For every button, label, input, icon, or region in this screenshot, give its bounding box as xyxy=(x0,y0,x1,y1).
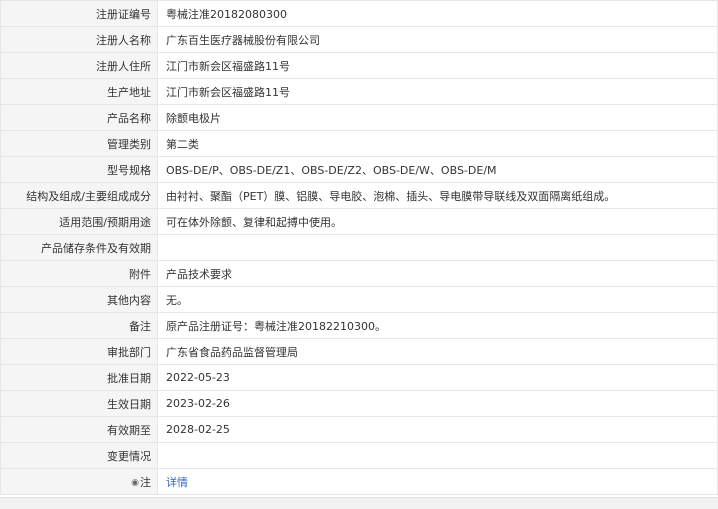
field-value-intended-use: 可在体外除颤、复律和起搏中使用。 xyxy=(157,208,718,235)
table-row: 注册人名称 广东百生医疗器械股份有限公司 xyxy=(0,26,718,53)
field-label-registration-number: 注册证编号 xyxy=(0,0,158,27)
field-value-storage-validity xyxy=(157,234,718,261)
field-value-model-spec: OBS-DE/P、OBS-DE/Z1、OBS-DE/Z2、OBS-DE/W、OB… xyxy=(157,156,718,183)
field-value-registration-number: 粤械注准20182080300 xyxy=(157,0,718,27)
scrollbar-strip[interactable] xyxy=(0,497,718,509)
field-label-approval-department: 审批部门 xyxy=(0,338,158,365)
field-label-model-spec: 型号规格 xyxy=(0,156,158,183)
field-label-note: ◉注 xyxy=(0,468,158,495)
field-value-change-history xyxy=(157,442,718,469)
field-label-other-content: 其他内容 xyxy=(0,286,158,313)
field-label-approval-date: 批准日期 xyxy=(0,364,158,391)
table-row: 批准日期 2022-05-23 xyxy=(0,364,718,391)
field-value-registrant-address: 江门市新会区福盛路11号 xyxy=(157,52,718,79)
field-label-effective-date: 生效日期 xyxy=(0,390,158,417)
field-label-structure-composition: 结构及组成/主要组成成分 xyxy=(0,182,158,209)
registration-detail-table: 注册证编号 粤械注准20182080300 注册人名称 广东百生医疗器械股份有限… xyxy=(0,0,718,495)
table-row: 生产地址 江门市新会区福盛路11号 xyxy=(0,78,718,105)
table-row: 管理类别 第二类 xyxy=(0,130,718,157)
field-value-valid-until: 2028-02-25 xyxy=(157,416,718,443)
table-row: 备注 原产品注册证号：粤械注准20182210300。 xyxy=(0,312,718,339)
table-row: 审批部门 广东省食品药品监督管理局 xyxy=(0,338,718,365)
field-label-remarks: 备注 xyxy=(0,312,158,339)
field-value-attachment: 产品技术要求 xyxy=(157,260,718,287)
field-label-management-category: 管理类别 xyxy=(0,130,158,157)
field-label-registrant-name: 注册人名称 xyxy=(0,26,158,53)
field-label-registrant-address: 注册人住所 xyxy=(0,52,158,79)
field-value-registrant-name: 广东百生医疗器械股份有限公司 xyxy=(157,26,718,53)
field-value-approval-date: 2022-05-23 xyxy=(157,364,718,391)
field-label-change-history: 变更情况 xyxy=(0,442,158,469)
table-row: 变更情况 xyxy=(0,442,718,469)
field-label-production-address: 生产地址 xyxy=(0,78,158,105)
table-row: 生效日期 2023-02-26 xyxy=(0,390,718,417)
field-value-remarks: 原产品注册证号：粤械注准20182210300。 xyxy=(157,312,718,339)
table-row: 产品储存条件及有效期 xyxy=(0,234,718,261)
registration-detail-panel: 注册证编号 粤械注准20182080300 注册人名称 广东百生医疗器械股份有限… xyxy=(0,0,718,495)
field-value-approval-department: 广东省食品药品监督管理局 xyxy=(157,338,718,365)
field-label-product-name: 产品名称 xyxy=(0,104,158,131)
field-label-storage-validity: 产品储存条件及有效期 xyxy=(0,234,158,261)
field-label-valid-until: 有效期至 xyxy=(0,416,158,443)
field-value-note: 详情 xyxy=(157,468,718,495)
table-row: 结构及组成/主要组成成分 由衬衬、聚酯（PET）膜、铝膜、导电胶、泡棉、插头、导… xyxy=(0,182,718,209)
table-row: ◉注 详情 xyxy=(0,468,718,495)
field-value-product-name: 除颤电极片 xyxy=(157,104,718,131)
pin-icon: ◉ xyxy=(131,477,139,488)
table-row: 型号规格 OBS-DE/P、OBS-DE/Z1、OBS-DE/Z2、OBS-DE… xyxy=(0,156,718,183)
table-row: 其他内容 无。 xyxy=(0,286,718,313)
table-row: 产品名称 除颤电极片 xyxy=(0,104,718,131)
note-label: 注 xyxy=(140,475,151,489)
field-label-attachment: 附件 xyxy=(0,260,158,287)
table-row: 注册人住所 江门市新会区福盛路11号 xyxy=(0,52,718,79)
field-value-production-address: 江门市新会区福盛路11号 xyxy=(157,78,718,105)
field-label-intended-use: 适用范围/预期用途 xyxy=(0,208,158,235)
table-row: 注册证编号 粤械注准20182080300 xyxy=(0,0,718,27)
details-link[interactable]: 详情 xyxy=(166,476,188,489)
table-row: 有效期至 2028-02-25 xyxy=(0,416,718,443)
field-value-structure-composition: 由衬衬、聚酯（PET）膜、铝膜、导电胶、泡棉、插头、导电膜带导联线及双面隔离纸组… xyxy=(157,182,718,209)
field-value-management-category: 第二类 xyxy=(157,130,718,157)
field-value-other-content: 无。 xyxy=(157,286,718,313)
field-value-effective-date: 2023-02-26 xyxy=(157,390,718,417)
table-row: 附件 产品技术要求 xyxy=(0,260,718,287)
table-row: 适用范围/预期用途 可在体外除颤、复律和起搏中使用。 xyxy=(0,208,718,235)
